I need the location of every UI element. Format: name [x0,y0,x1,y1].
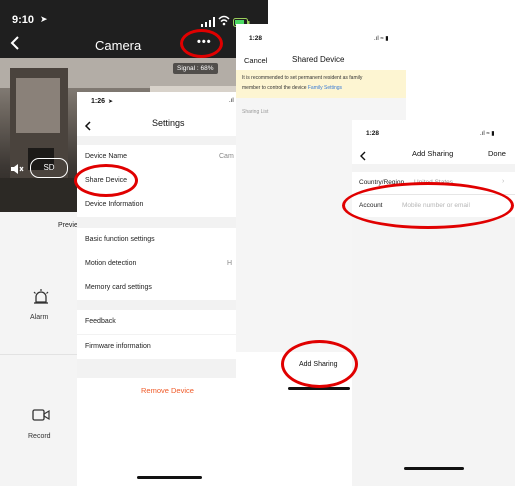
family-notice: It is recommended to set permanent resid… [236,70,406,98]
add-sharing-screen: 1:28 .ıl ≈ ▮ Add Sharing Done Country/Re… [352,120,515,486]
add-sharing-header: 1:28 .ıl ≈ ▮ Add Sharing Done [352,120,515,164]
device-name-label: Device Name [85,153,128,160]
status-time: 1:26 [91,98,106,105]
shared-header: 1:28 .ıl ≈ ▮ Cancel Shared Device [236,24,406,70]
highlight-more-options [180,29,223,58]
device-information-label: Device Information [85,201,144,208]
tab-preview[interactable]: Previe [58,222,78,229]
motion-detection-row[interactable]: Motion detection H [77,252,237,276]
back-icon[interactable] [84,118,92,131]
memory-card-row[interactable]: Memory card settings [77,276,237,300]
mute-icon[interactable] [10,162,24,174]
settings-title: Settings [152,118,185,128]
alarm-label[interactable]: Alarm [30,314,48,321]
wifi-icon [218,13,230,26]
status-time: 9:10 [12,14,35,26]
status-icons: .ıl ≈ ▮ [480,131,495,137]
camera-title: Camera [95,38,142,53]
feedback-row[interactable]: Feedback [77,310,237,334]
settings-header: 1:26 ➤ Settings .ıl [77,92,237,136]
sd-quality-button[interactable]: SD [30,158,68,178]
highlight-share-device [74,164,138,197]
memory-card-label: Memory card settings [85,284,152,291]
sharing-list-label: Sharing List [242,109,269,115]
firmware-row[interactable]: Firmware information [77,335,237,359]
status-time: 1:28 [366,130,380,137]
status-time: 1:28 [249,35,263,42]
basic-function-row[interactable]: Basic function settings [77,228,237,252]
firmware-label: Firmware information [85,343,151,350]
motion-detection-value: H [227,260,233,267]
settings-screen: 1:26 ➤ Settings .ıl Device Name Cam Shar… [77,92,237,486]
add-sharing-title: Add Sharing [412,149,454,158]
camera-header: 9:10 ➤ Camera ••• [0,0,268,58]
battery-icon [233,14,250,27]
cancel-button[interactable]: Cancel [244,56,267,65]
location-arrow-icon: ➤ [40,14,48,24]
done-button[interactable]: Done [488,149,506,158]
highlight-add-sharing [281,340,358,388]
remove-device-area: Remove Device [77,378,237,486]
status-icons: .ıl ≈ ▮ [374,36,389,42]
device-name-value: Cam [219,153,234,160]
home-indicator [404,467,464,470]
shared-device-title: Shared Device [292,55,345,64]
alarm-icon [32,288,50,306]
home-indicator [137,476,202,479]
back-icon[interactable] [10,36,20,50]
remove-device-button[interactable]: Remove Device [141,386,194,395]
section-gap [352,164,515,172]
signal-bars-icon [201,14,215,27]
signal-bars-icon: .ıl [229,98,234,104]
signal-strength-badge: Signal : 68% [173,63,218,74]
record-label[interactable]: Record [28,433,51,440]
family-settings-link[interactable]: Family Settings [308,85,342,91]
record-icon [32,408,50,422]
feedback-label: Feedback [85,318,116,325]
wall-shelf [16,78,60,133]
location-arrow-icon: ➤ [108,99,114,105]
empty-area [352,217,515,486]
motion-detection-label: Motion detection [85,260,137,267]
back-icon[interactable] [359,148,367,161]
notice-line-2: member to control the device Family Sett… [242,85,343,91]
notice-line-1: It is recommended to set permanent resid… [242,75,363,81]
divider [0,354,77,355]
chevron-right-icon: › [502,178,505,185]
highlight-account-field [342,182,514,229]
basic-function-label: Basic function settings [85,236,155,243]
